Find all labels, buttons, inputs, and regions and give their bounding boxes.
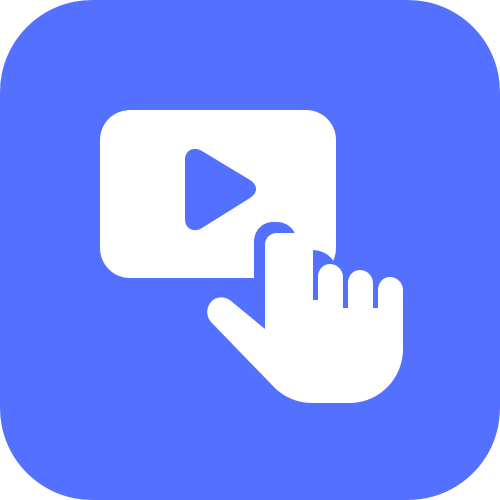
hand-finger-gap-1 [310,300,318,308]
video-tap-icon [0,0,500,500]
app-icon[interactable] [0,0,500,500]
